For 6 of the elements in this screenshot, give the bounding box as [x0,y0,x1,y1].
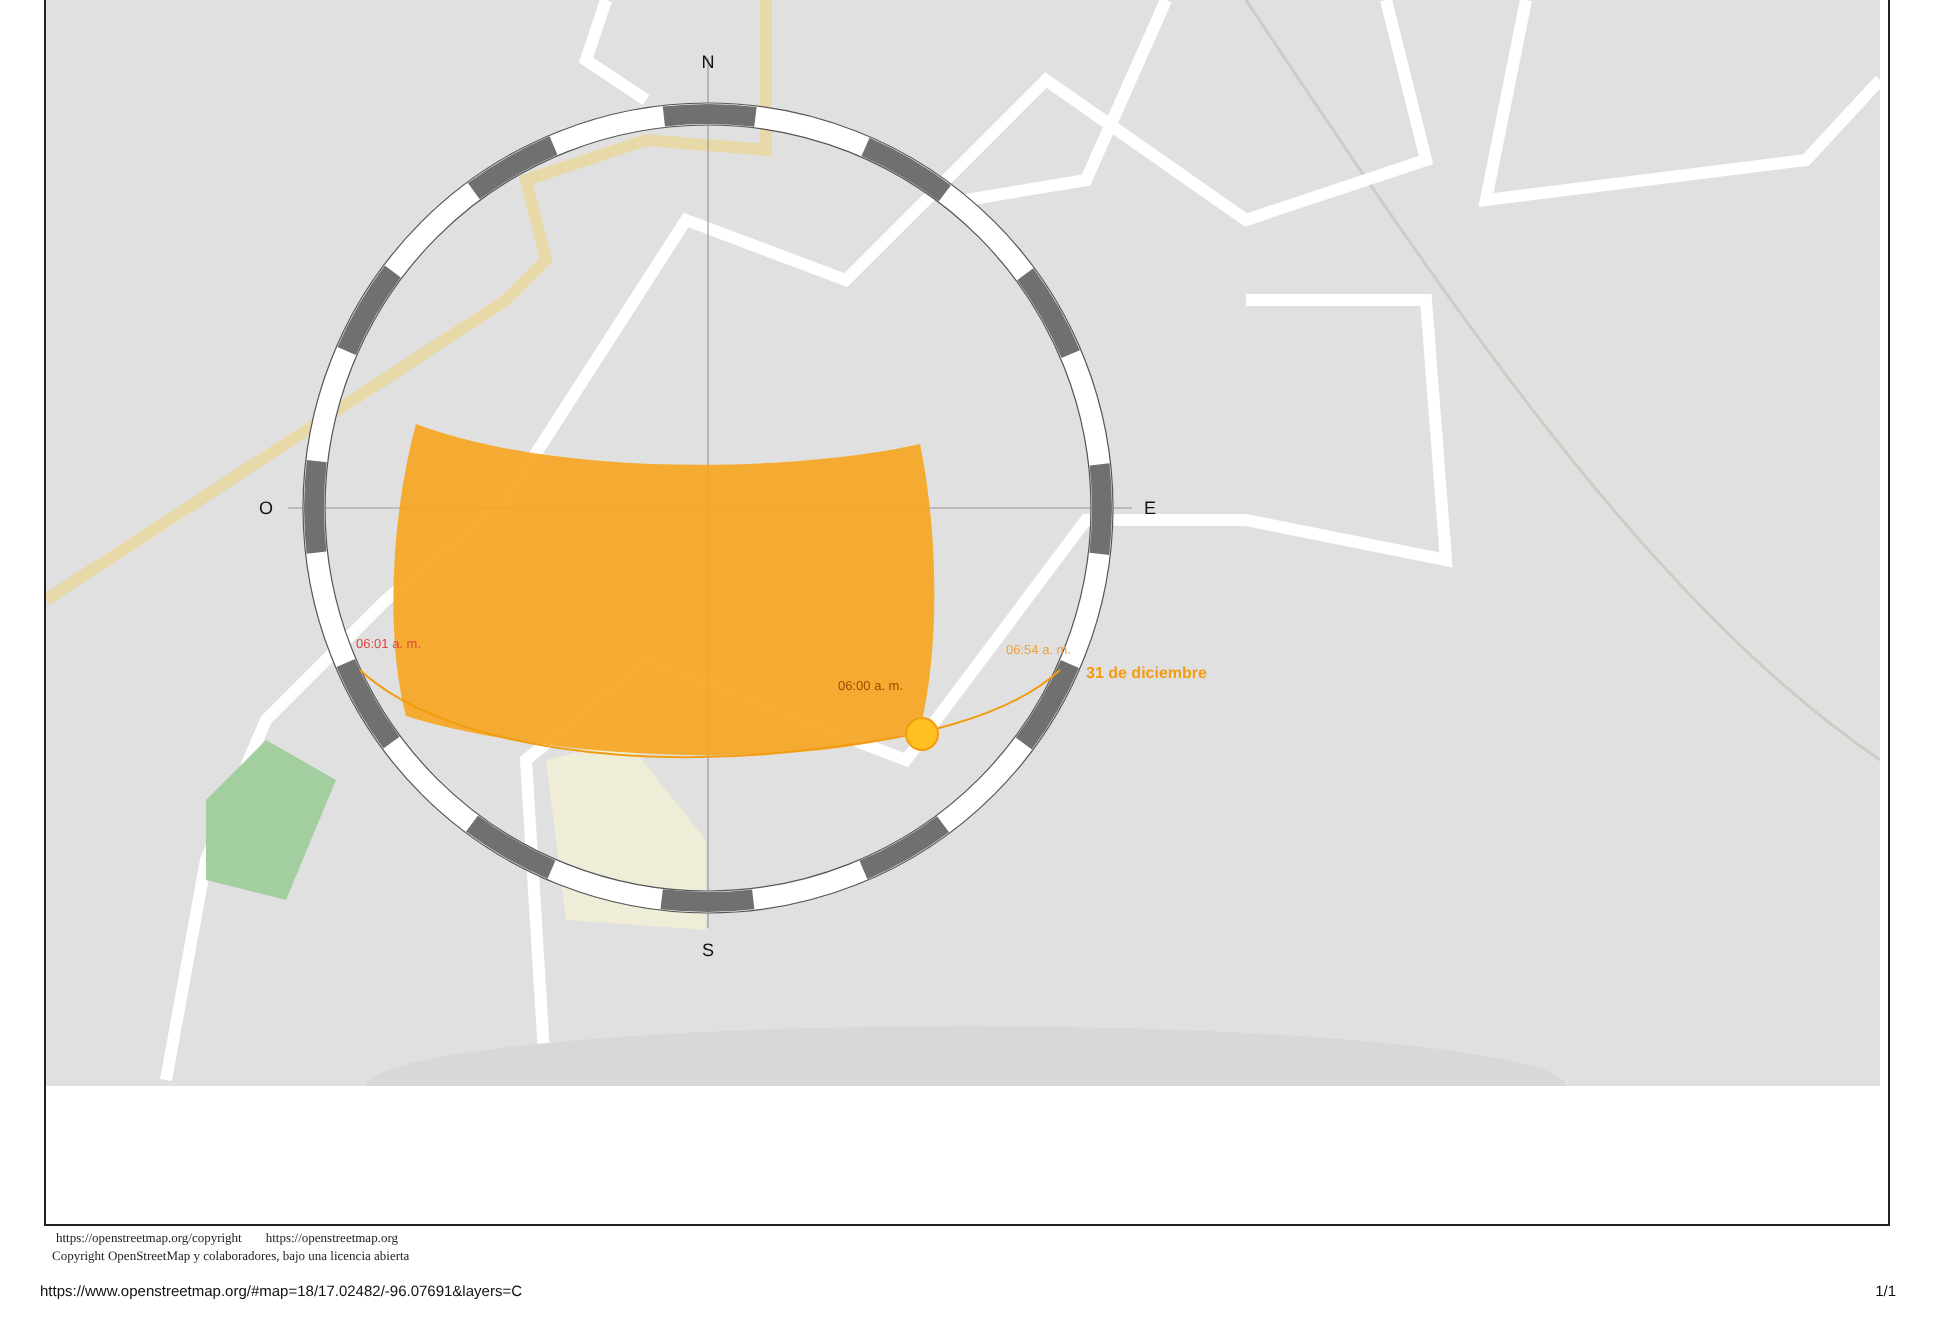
compass-label: E [1144,498,1156,518]
compass-label: O [259,498,273,518]
compass-label: S [702,940,714,960]
sun-icon [905,717,939,751]
date-label: 31 de diciembre [1086,664,1207,682]
compass-label: N [701,52,715,72]
